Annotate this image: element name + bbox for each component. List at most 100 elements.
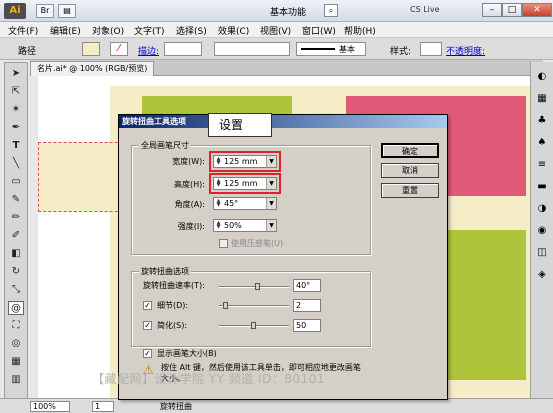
transparency-panel-icon[interactable]: ◑: [535, 202, 549, 216]
swatches-panel-icon[interactable]: ▦: [535, 92, 549, 106]
menu-effect[interactable]: 效果(C): [218, 24, 249, 37]
blob-brush-icon[interactable]: ✐: [8, 229, 24, 243]
ok-button[interactable]: 确定: [381, 143, 439, 158]
stroke-weight-field[interactable]: [164, 42, 202, 56]
chevron-down-icon[interactable]: ▼: [266, 198, 276, 209]
spinner-arrows-icon[interactable]: ▲ ▼: [215, 199, 222, 208]
width-value: 125 mm: [224, 157, 258, 166]
pressure-checkbox[interactable]: [219, 239, 228, 248]
eraser-tool-icon[interactable]: ◧: [8, 247, 24, 261]
height-value: 125 mm: [224, 179, 258, 188]
arrange-docs-button[interactable]: ▤: [58, 4, 76, 18]
dialog-title: 旋转扭曲工具选项: [119, 115, 447, 128]
detail-slider-thumb[interactable]: [223, 302, 228, 309]
simplify-field[interactable]: 50: [293, 319, 321, 332]
brush-tool-icon[interactable]: ✎: [8, 193, 24, 207]
variable-width-profile[interactable]: [214, 42, 290, 56]
magic-wand-icon[interactable]: ✶: [8, 103, 24, 117]
gradient-panel-icon[interactable]: ▬: [535, 180, 549, 194]
brushes-panel-icon[interactable]: ♣: [535, 114, 549, 128]
title-bar: Ai Br ▤ 基本功能 ⌕ CS Live – □ ✕: [0, 0, 553, 22]
detail-checkbox[interactable]: ✓: [143, 301, 152, 310]
type-tool-icon[interactable]: T: [8, 139, 24, 153]
selected-shape[interactable]: [38, 142, 128, 212]
chevron-down-icon[interactable]: ▼: [266, 156, 276, 167]
scale-tool-icon[interactable]: ⤡: [8, 283, 24, 297]
opacity-label[interactable]: 不透明度:: [446, 44, 485, 57]
spinner-arrows-icon[interactable]: ▲ ▼: [215, 179, 222, 188]
document-tab-bar: 名片.ai* @ 100% (RGB/预览): [30, 60, 543, 76]
detail-slider[interactable]: [219, 305, 289, 307]
stroke-panel-icon[interactable]: ≡: [535, 158, 549, 172]
cancel-button[interactable]: 取消: [381, 163, 439, 178]
simplify-slider-thumb[interactable]: [251, 322, 256, 329]
spinner-arrows-icon[interactable]: ▲ ▼: [215, 221, 222, 230]
menu-object[interactable]: 对象(O): [92, 24, 124, 37]
search-icon[interactable]: ⌕: [324, 4, 338, 17]
minimize-button[interactable]: –: [482, 3, 502, 17]
brush-definition[interactable]: 基本: [296, 42, 366, 56]
selection-tool-icon[interactable]: ➤: [8, 67, 24, 81]
menu-edit[interactable]: 编辑(E): [50, 24, 81, 37]
twirl-options-title: 旋转扭曲选项: [139, 266, 191, 277]
toolbox: ➤ ⇱ ✶ ✒ T ╲ ▭ ✎ ✏ ✐ ◧ ↻ ⤡ @ ⛶ ◎ ▦ ▥: [4, 62, 28, 400]
twirl-tool-icon[interactable]: @: [8, 301, 24, 315]
fill-swatch[interactable]: [82, 42, 100, 56]
brush-basic-label: 基本: [339, 45, 355, 54]
workspace-switcher[interactable]: 基本功能: [270, 5, 306, 18]
rate-slider-thumb[interactable]: [255, 283, 260, 290]
rotate-tool-icon[interactable]: ↻: [8, 265, 24, 279]
menu-type[interactable]: 文字(T): [134, 24, 165, 37]
document-tab[interactable]: 名片.ai* @ 100% (RGB/预览): [30, 61, 155, 76]
cslive-button[interactable]: CS Live: [410, 5, 440, 14]
panel-dock: ◐ ▦ ♣ ♠ ≡ ▬ ◑ ◉ ◫ ◈: [530, 62, 553, 400]
maximize-button[interactable]: □: [502, 3, 522, 17]
rate-field[interactable]: 40°: [293, 279, 321, 292]
ruler-strip: [30, 76, 38, 398]
pen-tool-icon[interactable]: ✒: [8, 121, 24, 135]
intensity-field[interactable]: ▲ ▼ 50% ▼: [213, 219, 277, 232]
chevron-down-icon[interactable]: ▼: [266, 178, 276, 189]
bridge-button[interactable]: Br: [36, 4, 54, 18]
gradient-tool-icon[interactable]: ▥: [8, 373, 24, 387]
color-panel-icon[interactable]: ◐: [535, 70, 549, 84]
shape-builder-icon[interactable]: ◎: [8, 337, 24, 351]
graphic-style-picker[interactable]: [420, 42, 442, 56]
angle-value: 45°: [224, 199, 239, 208]
chevron-down-icon[interactable]: ▼: [266, 220, 276, 231]
stroke-label[interactable]: 描边:: [138, 44, 159, 57]
mesh-tool-icon[interactable]: ▦: [8, 355, 24, 369]
menu-file[interactable]: 文件(F): [8, 24, 38, 37]
rectangle-tool-icon[interactable]: ▭: [8, 175, 24, 189]
menu-view[interactable]: 视图(V): [260, 24, 291, 37]
close-button[interactable]: ✕: [522, 3, 552, 17]
path-label: 路径: [18, 47, 37, 57]
detail-field[interactable]: 2: [293, 299, 321, 312]
simplify-checkbox[interactable]: ✓: [143, 321, 152, 330]
zoom-field[interactable]: 100%: [30, 401, 70, 412]
spinner-arrows-icon[interactable]: ▲ ▼: [215, 157, 222, 166]
layers-panel-icon[interactable]: ◈: [535, 268, 549, 282]
menu-window[interactable]: 窗口(W): [302, 24, 336, 37]
show-brush-checkbox[interactable]: ✓: [143, 349, 152, 358]
appearance-panel-icon[interactable]: ◉: [535, 224, 549, 238]
show-brush-label: 显示画笔大小(B): [157, 349, 217, 358]
height-label: 高度(H):: [174, 180, 205, 189]
direct-selection-icon[interactable]: ⇱: [8, 85, 24, 99]
menu-help[interactable]: 帮助(H): [344, 24, 376, 37]
pencil-tool-icon[interactable]: ✏: [8, 211, 24, 225]
artboard-number[interactable]: 1: [92, 401, 114, 412]
angle-field[interactable]: ▲ ▼ 45° ▼: [213, 197, 277, 210]
rate-slider[interactable]: [219, 286, 289, 288]
menu-select[interactable]: 选择(S): [176, 24, 207, 37]
detail-label: 细节(D):: [157, 301, 189, 310]
graphic-styles-icon[interactable]: ◫: [535, 246, 549, 260]
stroke-swatch[interactable]: ⁄: [110, 42, 128, 56]
reset-button[interactable]: 重置: [381, 183, 439, 198]
width-field[interactable]: ▲ ▼ 125 mm ▼: [213, 155, 277, 168]
line-tool-icon[interactable]: ╲: [8, 157, 24, 171]
symbols-panel-icon[interactable]: ♠: [535, 136, 549, 150]
simplify-label: 简化(S):: [157, 321, 188, 330]
free-transform-icon[interactable]: ⛶: [8, 319, 24, 333]
height-field[interactable]: ▲ ▼ 125 mm ▼: [213, 177, 277, 190]
